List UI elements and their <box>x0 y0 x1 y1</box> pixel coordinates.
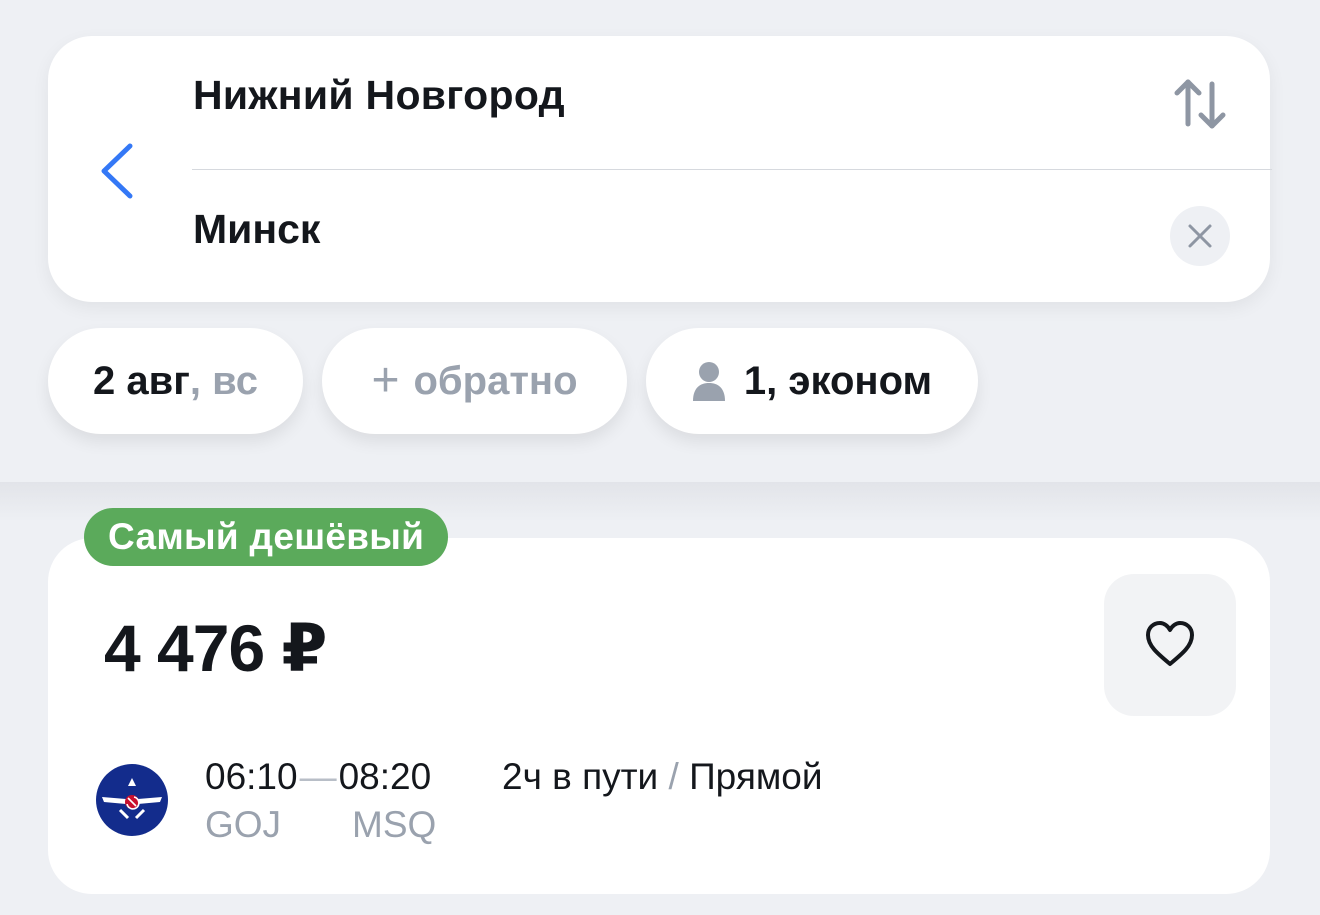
close-icon <box>1188 224 1212 248</box>
flight-duration: 2ч в пути / Прямой <box>502 756 823 798</box>
weekday-value: , вс <box>189 358 258 403</box>
duration-value: 2ч в пути <box>502 756 659 797</box>
back-button[interactable] <box>92 136 142 206</box>
favorite-button[interactable] <box>1104 574 1236 716</box>
return-date-chip[interactable]: + обратно <box>322 328 627 434</box>
heart-icon <box>1146 621 1194 666</box>
departure-airport-code: GOJ <box>205 804 282 845</box>
return-label: обратно <box>413 358 578 403</box>
person-icon <box>692 362 725 401</box>
swap-arrows-icon <box>1174 79 1226 129</box>
passengers-chip[interactable]: 1, эконом <box>646 328 978 434</box>
swap-button[interactable] <box>1172 76 1228 132</box>
airline-logo <box>96 764 168 836</box>
arrival-airport-code: MSQ <box>352 804 437 845</box>
date-value: 2 авг <box>93 358 190 403</box>
origin-field[interactable]: Нижний Новгород <box>193 72 565 119</box>
plus-icon: + <box>371 354 400 407</box>
route-divider <box>192 169 1272 170</box>
flight-type: Прямой <box>689 756 823 797</box>
date-chip[interactable]: 2 авг, вс <box>48 328 303 434</box>
passengers-value: 1, эконом <box>743 358 933 403</box>
ticket-price: 4 476 ₽ <box>104 611 327 685</box>
clear-destination-button[interactable] <box>1170 206 1230 266</box>
chevron-left-icon <box>101 143 133 199</box>
arrival-time: 08:20 <box>338 756 432 797</box>
flight-times: 06:10—08:20 <box>205 756 431 798</box>
destination-field[interactable]: Минск <box>193 206 320 253</box>
cheapest-badge: Самый дешёвый <box>84 508 449 566</box>
time-dash: — <box>299 756 337 797</box>
departure-time: 06:10 <box>205 756 298 797</box>
duration-separator: / <box>658 756 690 797</box>
